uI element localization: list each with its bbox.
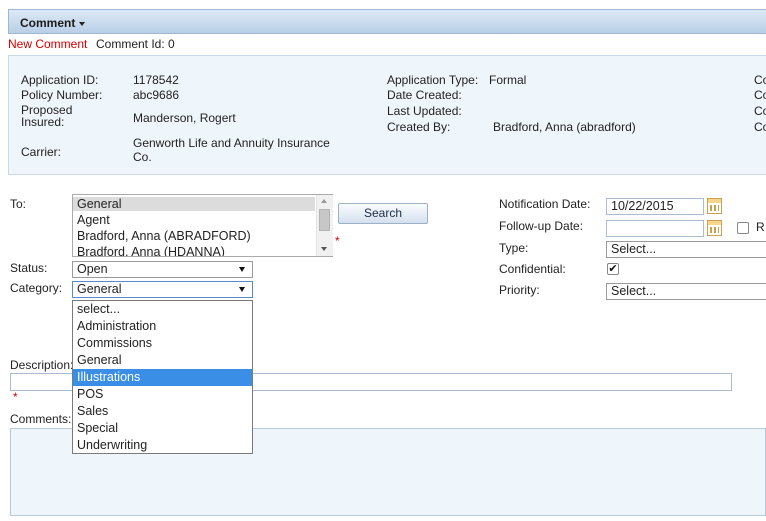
proposed-insured-label-line2: Insured: — [21, 115, 65, 129]
scroll-thumb[interactable] — [319, 209, 330, 231]
priority-select[interactable]: Select... — [606, 283, 766, 300]
followup-checkbox[interactable] — [737, 222, 749, 234]
category-dropdown-list[interactable]: select... Administration Commissions Gen… — [72, 300, 253, 454]
policy-number-value: abc9686 — [133, 88, 180, 102]
carrier-value-line1: Genworth Life and Annuity Insurance — [133, 136, 330, 150]
to-listbox-scrollbar[interactable] — [316, 195, 333, 256]
calendar-icon[interactable] — [707, 220, 722, 236]
category-option-select[interactable]: select... — [73, 301, 252, 318]
category-option-pos[interactable]: POS — [73, 386, 252, 403]
carrier-value: Genworth Life and Annuity Insurance Co. — [133, 136, 330, 164]
comment-menu[interactable]: Comment — [20, 16, 86, 30]
notification-date-label: Notification Date: — [499, 197, 591, 211]
confidential-label: Confidential: — [499, 262, 566, 276]
category-option-underwriting[interactable]: Underwriting — [73, 437, 252, 454]
dropdown-arrow-icon — [239, 267, 245, 272]
proposed-insured-value: Manderson, Rogert — [133, 111, 236, 125]
created-by-value: Bradford, Anna (abradford) — [493, 120, 636, 134]
application-id-label: Application ID: — [21, 73, 99, 87]
type-select-value: Select... — [611, 242, 657, 256]
status-label: Status: — [10, 261, 48, 275]
confidential-checkbox[interactable]: ✔ — [607, 263, 619, 275]
notification-date-input[interactable]: 10/22/2015 — [606, 198, 704, 215]
category-select-value: General — [77, 282, 122, 296]
new-comment-link[interactable]: New Comment — [8, 37, 87, 51]
description-required-mark: * — [13, 390, 18, 404]
category-option-special[interactable]: Special — [73, 420, 252, 437]
category-select[interactable]: General — [72, 281, 253, 298]
status-select[interactable]: Open — [72, 261, 253, 278]
to-option-abradford[interactable]: Bradford, Anna (ABRADFORD) — [77, 229, 251, 243]
cut-label-2: Co — [754, 88, 766, 102]
chevron-down-icon — [79, 21, 86, 26]
search-button[interactable]: Search — [338, 203, 428, 224]
category-option-administration[interactable]: Administration — [73, 318, 252, 335]
calendar-icon[interactable] — [707, 198, 722, 214]
category-option-general[interactable]: General — [73, 352, 252, 369]
type-label: Type: — [499, 241, 529, 255]
proposed-insured-label: Proposed Insured: — [21, 104, 72, 128]
carrier-value-line2: Co. — [133, 150, 152, 164]
to-recipient-listbox[interactable]: General Agent Bradford, Anna (ABRADFORD)… — [72, 194, 333, 257]
to-option-agent[interactable]: Agent — [77, 213, 110, 227]
category-option-commissions[interactable]: Commissions — [73, 335, 252, 352]
carrier-label: Carrier: — [21, 145, 62, 159]
date-created-label: Date Created: — [387, 88, 462, 102]
policy-number-label: Policy Number: — [21, 88, 103, 102]
followup-date-input[interactable] — [606, 220, 704, 237]
created-by-label: Created By: — [387, 120, 451, 134]
priority-label: Priority: — [499, 283, 540, 297]
category-label: Category: — [10, 281, 63, 295]
followup-date-label: Follow-up Date: — [499, 219, 584, 233]
scroll-up-arrow-icon[interactable] — [321, 199, 327, 203]
to-label: To: — [10, 197, 27, 211]
status-select-value: Open — [77, 262, 108, 276]
description-label: Description: — [10, 358, 74, 372]
last-updated-label: Last Updated: — [387, 104, 462, 118]
dropdown-arrow-icon — [239, 287, 245, 292]
to-required-mark: * — [335, 234, 340, 248]
type-select[interactable]: Select... — [606, 241, 766, 258]
category-option-illustrations[interactable]: Illustrations — [73, 369, 252, 386]
scroll-down-arrow-icon[interactable] — [321, 247, 327, 251]
cut-label-4: Co — [754, 120, 766, 134]
cut-label-3: Co — [754, 104, 766, 118]
comment-menu-label: Comment — [20, 16, 76, 30]
comments-label: Comments: — [10, 412, 72, 426]
application-type-value: Formal — [489, 73, 527, 87]
cut-label-1: Co — [754, 73, 766, 87]
followup-cut-label: R — [756, 220, 765, 234]
application-id-value: 1178542 — [133, 73, 179, 87]
category-option-sales[interactable]: Sales — [73, 403, 252, 420]
to-option-hdanna[interactable]: Bradford, Anna (HDANNA) — [77, 245, 225, 256]
priority-select-value: Select... — [611, 284, 657, 298]
comment-header-bar — [8, 9, 766, 34]
comment-id-label: Comment Id: 0 — [96, 37, 175, 51]
to-option-general[interactable]: General — [73, 197, 315, 211]
application-type-label: Application Type: — [387, 73, 479, 87]
